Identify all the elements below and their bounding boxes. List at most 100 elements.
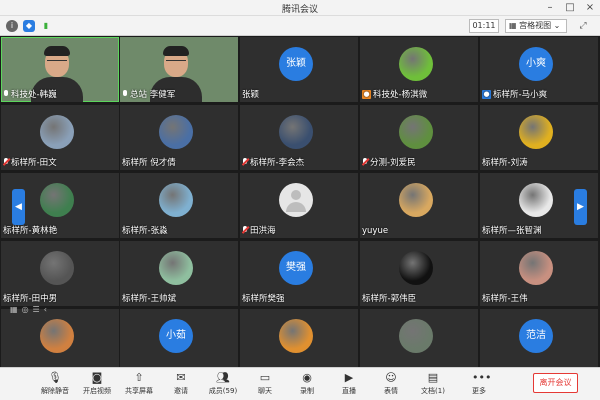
avatar: 范洁 [519, 319, 553, 353]
view-mode-label: 宫格视图 [519, 21, 552, 30]
unmute-button[interactable]: 🎙︎ 解除静音 [34, 370, 76, 400]
participant-name-text: 田洪海 [250, 226, 276, 236]
participant-name: 标样所-王帅斌 [122, 292, 176, 304]
docs-button[interactable]: ▤ 文档(1) [412, 370, 454, 400]
participant-name-text: 张颖 [242, 90, 260, 100]
participant-name: ● 标样所-马小爽 [482, 88, 547, 100]
participant-tile[interactable]: 标样所-田文 [1, 105, 119, 170]
participant-name: 标样所-王伟 [482, 292, 528, 304]
participant-tile[interactable]: ● 科技处-杨淇微 [360, 37, 478, 102]
avatar [40, 319, 74, 353]
participant-name: 张颖 [242, 88, 259, 100]
meeting-toolbar: 🎙︎ 解除静音 ◙ 开启视频 ⇧ 共享屏幕 ✉ 邀请 👥︎ 成员(59) ▭ 聊… [0, 367, 600, 400]
host-icon: ● [362, 89, 371, 99]
participant-tile[interactable]: 小茹 [120, 309, 238, 374]
members-icon: 👥︎ [216, 371, 230, 384]
participant-tile[interactable]: 张颖 张颖 [240, 37, 358, 102]
participant-name-text: 标样所-马小爽 [493, 90, 548, 100]
participant-name: 科技处-韩巍 [3, 88, 57, 100]
avatar [399, 183, 433, 217]
leave-meeting-button[interactable]: 离开会议 [533, 373, 578, 393]
avatar [159, 115, 193, 149]
record-icon: ◉ [302, 371, 312, 384]
participant-name: 标样所-张淼 [122, 224, 168, 236]
shield-icon[interactable]: ◆ [23, 20, 35, 32]
next-page-icon[interactable]: ▶ [574, 189, 587, 225]
participant-tile[interactable] [1, 309, 119, 374]
participant-tile[interactable]: 范洁 [480, 309, 598, 374]
share-screen-button[interactable]: ⇧ 共享屏幕 [118, 370, 160, 400]
participant-tile[interactable]: 樊强 标样所樊强 [240, 241, 358, 306]
grid-layout-icon[interactable]: ▦ [10, 305, 18, 317]
participant-tile[interactable]: 科技处-韩巍 [1, 37, 119, 102]
window-title: 腾讯会议 [281, 5, 318, 15]
meeting-timer: 01:11 [469, 19, 499, 33]
microphone-muted-icon: 🎙︎ [48, 371, 62, 384]
speaker-layout-icon[interactable]: ◎ [22, 305, 29, 317]
list-layout-icon[interactable]: ☰ [33, 305, 40, 317]
avatar [279, 319, 313, 353]
collapse-icon[interactable]: ‹ [44, 305, 47, 317]
info-icon[interactable]: i [6, 20, 18, 32]
invite-label: 邀请 [174, 387, 188, 395]
reactions-button[interactable]: ☺ 表情 [370, 370, 412, 400]
participant-tile[interactable] [360, 309, 478, 374]
participant-tile[interactable]: 标样所-张淼 [120, 173, 238, 238]
share-screen-label: 共享屏幕 [125, 387, 153, 395]
invite-icon: ✉ [176, 371, 186, 384]
participant-name: 标样所-郭伟臣 [362, 292, 416, 304]
participant-name: 标样所 倪才倩 [122, 156, 176, 168]
participant-name-text: 标样所-张淼 [122, 226, 168, 236]
more-button[interactable]: ••• 更多 [458, 370, 500, 400]
close-icon[interactable]: × [580, 0, 600, 16]
more-icon: ••• [472, 371, 492, 384]
invite-button[interactable]: ✉ 邀请 [160, 370, 202, 400]
participant-tile[interactable]: 标样所-王帅斌 [120, 241, 238, 306]
participant-name: 标样所-田中男 [3, 292, 57, 304]
live-button[interactable]: ▶ 直播 [328, 370, 370, 400]
participant-tile[interactable]: 标样所-李会杰 [240, 105, 358, 170]
participant-tile[interactable]: 田洪海 [240, 173, 358, 238]
layout-controls: ▦ ◎ ☰ ‹ [10, 305, 47, 317]
microphone-muted-icon [3, 158, 9, 166]
participant-name-text: 科技处-杨淇微 [373, 90, 428, 100]
chat-button[interactable]: ▭ 聊天 [244, 370, 286, 400]
participant-name-text: 标样所 倪才倩 [122, 158, 176, 168]
participant-tile[interactable]: 总站 李健军 [120, 37, 238, 102]
participant-tile[interactable] [240, 309, 358, 374]
participant-tile[interactable]: 标样所 倪才倩 [120, 105, 238, 170]
docs-label: 文档(1) [421, 387, 445, 395]
minimize-icon[interactable]: – [540, 0, 560, 16]
participant-tile[interactable]: 小爽 ● 标样所-马小爽 [480, 37, 598, 102]
participant-tile[interactable]: 标样所-刘涛 [480, 105, 598, 170]
participant-tile[interactable]: 分测-刘爱民 [360, 105, 478, 170]
record-button[interactable]: ◉ 录制 [286, 370, 328, 400]
participant-tile[interactable]: 标样所-田中男 [1, 241, 119, 306]
fullscreen-icon[interactable]: ⤢ [572, 19, 594, 33]
participant-name-text: 标样所-郭伟臣 [362, 294, 417, 304]
more-label: 更多 [472, 387, 486, 395]
participant-name: 标样所-刘涛 [482, 156, 528, 168]
prev-page-icon[interactable]: ◀ [12, 189, 25, 225]
maximize-icon[interactable]: □ [560, 0, 580, 16]
avatar [399, 319, 433, 353]
signal-icon[interactable]: ▮ [40, 20, 52, 32]
chevron-down-icon: ⌄ [553, 21, 561, 30]
start-video-button[interactable]: ◙ 开启视频 [76, 370, 118, 400]
camera-off-icon: ◙ [91, 371, 103, 384]
participant-name-text: 标样所-王帅斌 [122, 294, 177, 304]
avatar [40, 183, 74, 217]
microphone-muted-icon [362, 158, 368, 166]
participant-name-text: 标样所-李会杰 [250, 158, 305, 168]
participant-tile[interactable]: 标样所-王伟 [480, 241, 598, 306]
members-button[interactable]: 👥︎ 成员(59) [202, 370, 244, 400]
participant-tile[interactable]: yuyue [360, 173, 478, 238]
participant-name: 分测-刘爱民 [362, 156, 416, 168]
view-mode-button[interactable]: ▦ 宫格视图 ⌄ [505, 19, 567, 33]
participant-name-text: 标样所-田中男 [3, 294, 58, 304]
participant-name: 标样所-李会杰 [242, 156, 304, 168]
participant-name: 标样所樊强 [242, 292, 285, 304]
avatar [159, 183, 193, 217]
participant-name-text: 标样所—张智渊 [482, 226, 542, 236]
participant-tile[interactable]: 标样所-郭伟臣 [360, 241, 478, 306]
